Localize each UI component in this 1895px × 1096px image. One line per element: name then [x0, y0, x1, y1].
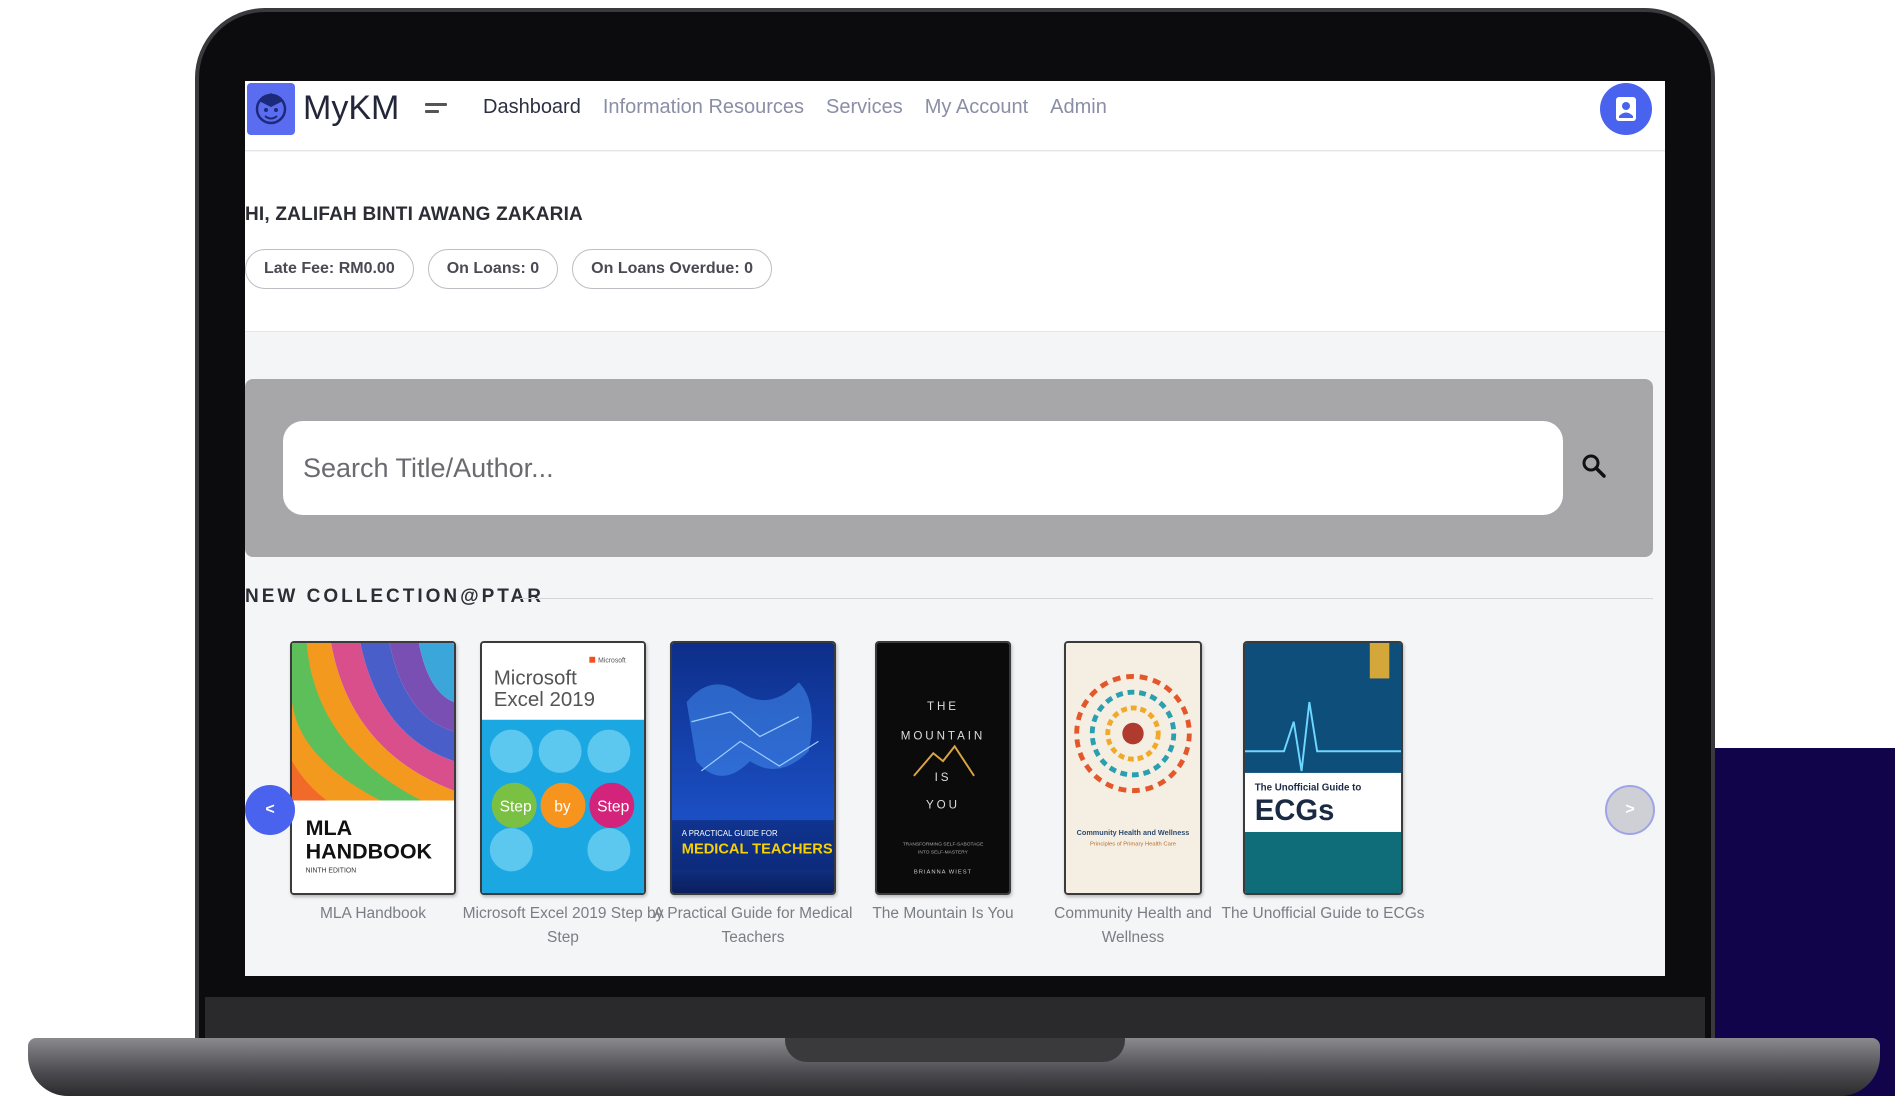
search-panel [245, 379, 1653, 557]
cover-text: ECGs [1255, 794, 1335, 827]
on-loans-overdue-badge[interactable]: On Loans Overdue: 0 [572, 249, 772, 289]
nav-information-resources[interactable]: Information Resources [603, 96, 804, 119]
cover-text: by [554, 798, 571, 815]
search-icon[interactable] [1575, 447, 1615, 487]
nav-dashboard[interactable]: Dashboard [483, 96, 581, 119]
book-cover[interactable]: MLA HANDBOOK NINTH EDITION [290, 641, 456, 895]
book-title[interactable]: MLA Handbook [263, 902, 483, 926]
book-title[interactable]: The Mountain Is You [833, 902, 1053, 926]
account-status-badges: Late Fee: RM0.00 On Loans: 0 On Loans Ov… [245, 249, 772, 289]
laptop-chin [205, 997, 1705, 1039]
book-title[interactable]: A Practical Guide for Medical Teachers [643, 902, 863, 950]
book-carousel: MLA HANDBOOK NINTH EDITION MLA Handbook [245, 641, 1665, 976]
cover-text: IS [935, 771, 952, 784]
nav-my-account[interactable]: My Account [925, 96, 1028, 119]
section-divider [520, 598, 1653, 599]
cover-text: Excel 2019 [494, 688, 595, 711]
main-nav: Dashboard Information Resources Services… [483, 96, 1107, 119]
cover-text: Microsoft [494, 666, 577, 689]
book-card[interactable]: Community Health and Wellness Principles… [1023, 641, 1243, 950]
carousel-prev-button[interactable]: < [245, 785, 295, 835]
app-screen: MyKM Dashboard Information Resources Ser… [245, 81, 1665, 976]
book-card[interactable]: A PRACTICAL GUIDE FOR MEDICAL TEACHERS A… [643, 641, 863, 950]
book-title[interactable]: Community Health and Wellness [1023, 902, 1243, 950]
cover-text: Step [500, 798, 532, 815]
cover-text: YOU [926, 798, 960, 811]
section-title: NEW COLLECTION@PTAR [245, 586, 544, 607]
brand-name[interactable]: MyKM [303, 89, 399, 128]
book-title[interactable]: Microsoft Excel 2019 Step by Step [453, 902, 673, 950]
laptop-mockup: MyKM Dashboard Information Resources Ser… [0, 0, 1895, 1096]
cover-text: Step [597, 798, 629, 815]
greeting-panel: HI, ZALIFAH BINTI AWANG ZAKARIA Late Fee… [245, 152, 1665, 332]
cover-text: Microsoft [598, 658, 626, 665]
cover-text: NINTH EDITION [306, 867, 357, 874]
top-navbar: MyKM Dashboard Information Resources Ser… [245, 81, 1665, 151]
cover-text: TRANSFORMING SELF-SABOTAGE [903, 842, 984, 848]
carousel-next-button[interactable]: > [1605, 785, 1655, 835]
book-cover[interactable]: Microsoft Excel 2019 Step by Step Micros… [480, 641, 646, 895]
book-card[interactable]: The Unofficial Guide to ECGs The Unoffic… [1213, 641, 1433, 926]
book-cover[interactable]: A PRACTICAL GUIDE FOR MEDICAL TEACHERS [670, 641, 836, 895]
cover-text: MEDICAL TEACHERS [682, 842, 833, 858]
nav-admin[interactable]: Admin [1050, 96, 1107, 119]
book-card[interactable]: MLA HANDBOOK NINTH EDITION MLA Handbook [263, 641, 483, 926]
cover-text: Principles of Primary Health Care [1090, 842, 1176, 848]
book-cover[interactable]: THE MOUNTAIN IS YOU TRANSFORMING SELF-SA… [875, 641, 1011, 895]
menu-toggle-icon[interactable] [425, 103, 447, 117]
cover-text: Community Health and Wellness [1077, 828, 1190, 837]
book-card[interactable]: Microsoft Excel 2019 Step by Step Micros… [453, 641, 673, 950]
cover-text: THE [927, 700, 959, 713]
nav-services[interactable]: Services [826, 96, 903, 119]
cover-text: INTO SELF-MASTERY [918, 850, 969, 856]
user-greeting: HI, ZALIFAH BINTI AWANG ZAKARIA [245, 204, 583, 225]
book-cover[interactable]: Community Health and Wellness Principles… [1064, 641, 1202, 895]
search-input[interactable] [283, 421, 1563, 515]
cover-text: HANDBOOK [306, 838, 433, 863]
user-profile-icon [1616, 97, 1636, 121]
cover-text: A PRACTICAL GUIDE FOR [682, 829, 778, 838]
late-fee-badge[interactable]: Late Fee: RM0.00 [245, 249, 414, 289]
cover-text: BRIANNA WIEST [914, 869, 972, 875]
cover-text: MOUNTAIN [901, 729, 985, 742]
user-avatar-button[interactable] [1600, 83, 1652, 135]
laptop-notch [785, 1038, 1125, 1062]
book-card[interactable]: THE MOUNTAIN IS YOU TRANSFORMING SELF-SA… [833, 641, 1053, 926]
on-loans-badge[interactable]: On Loans: 0 [427, 249, 559, 289]
cover-text: MLA [306, 815, 352, 840]
book-title[interactable]: The Unofficial Guide to ECGs [1213, 902, 1433, 926]
logo-icon[interactable] [247, 83, 295, 135]
cover-text: The Unofficial Guide to [1255, 783, 1362, 794]
book-cover[interactable]: The Unofficial Guide to ECGs [1243, 641, 1403, 895]
